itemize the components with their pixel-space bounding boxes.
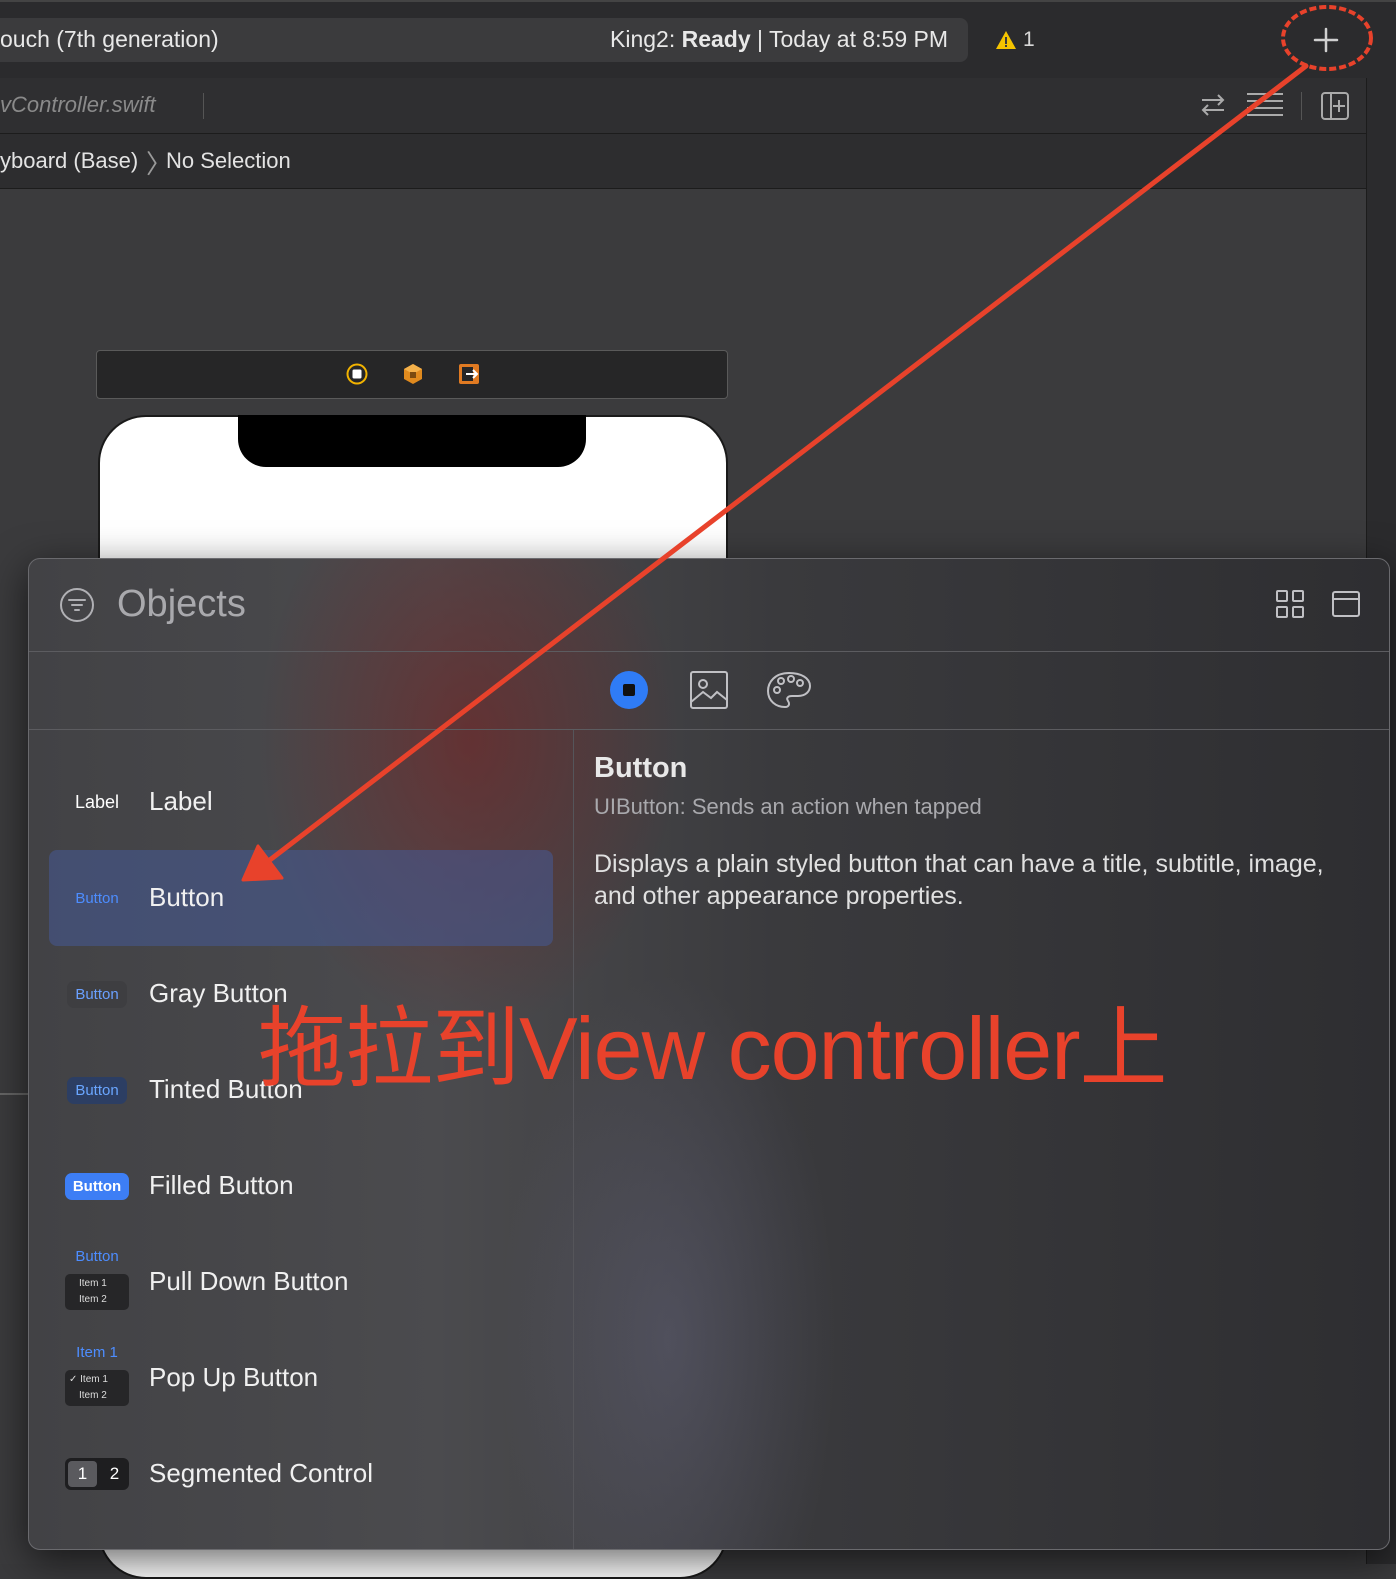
status-project: King2:	[610, 26, 676, 52]
item-name: Tinted Button	[149, 1074, 303, 1104]
list-item-segmented-control[interactable]: 1 2 Segmented Control	[49, 1426, 553, 1522]
library-header: Objects	[29, 559, 1389, 652]
thumb-text: Button	[67, 1076, 127, 1104]
swap-arrows-icon[interactable]	[1198, 92, 1228, 118]
run-destination[interactable]: ouch (7th generation)	[0, 26, 219, 53]
filter-icon[interactable]	[59, 587, 95, 623]
warning-indicator[interactable]: 1	[995, 28, 1035, 52]
warning-count: 1	[1023, 28, 1035, 51]
add-editor-icon[interactable]	[1320, 91, 1350, 121]
segmented-thumbnail: 1 2	[65, 1450, 129, 1498]
warning-icon	[996, 31, 1016, 49]
pop-up-thumbnail: Item 1 ✓ Item 1 Item 2	[65, 1344, 129, 1410]
canvas-guide-line	[0, 1093, 28, 1095]
iphone-notch	[238, 415, 586, 467]
thumb-menu: ✓ Item 1 Item 2	[65, 1370, 129, 1406]
library-object-list: Label Label Button Button Button Gray Bu…	[29, 730, 574, 1549]
editor-options-icon[interactable]	[1245, 91, 1285, 119]
objects-tab-icon[interactable]	[609, 670, 649, 710]
thumb-menu-item: Item 2	[79, 1294, 107, 1305]
detail-subtitle: UIButton: Sends an action when tapped	[594, 794, 982, 819]
build-status: King2: Ready | Today at 8:59 PM	[610, 26, 948, 53]
plus-icon	[1313, 27, 1339, 53]
status-state: Ready	[681, 26, 751, 52]
thumb-text: Label	[74, 791, 120, 812]
gray-button-thumbnail: Button	[65, 970, 129, 1018]
item-name: Button	[149, 882, 225, 912]
thumb-text: Button	[75, 889, 119, 907]
thumb-segments: 1 2	[65, 1458, 129, 1490]
thumb-segment: 2	[109, 1464, 120, 1483]
scene-dock[interactable]	[96, 350, 728, 399]
detail-title: Button	[594, 752, 688, 784]
tab-divider	[203, 93, 204, 119]
item-name: Pull Down Button	[149, 1266, 349, 1296]
breadcrumb-selection[interactable]: No Selection	[166, 148, 291, 174]
item-name: Pop Up Button	[149, 1362, 319, 1392]
thumb-text: Item 1	[76, 1344, 118, 1361]
list-item-button[interactable]: Button Button	[49, 850, 553, 946]
view-controller-icon[interactable]	[345, 362, 369, 386]
library-plus-button[interactable]	[1300, 20, 1352, 60]
tab-file[interactable]: vController.swift	[0, 92, 156, 118]
jump-bar: yboard (Base) 〉 No Selection	[0, 134, 1366, 189]
editor-tab-bar: vController.swift	[0, 78, 1366, 134]
library-detail-pane: Button UIButton: Sends an action when ta…	[594, 730, 1374, 1530]
status-separator: |	[757, 26, 764, 52]
item-name: Label	[149, 786, 213, 816]
objects-library-panel: Objects Label Label Button Button Button…	[28, 558, 1390, 1550]
media-tab-icon[interactable]	[689, 670, 729, 710]
detail-description: Displays a plain styled button that can …	[594, 850, 1324, 910]
list-view-icon[interactable]	[1331, 589, 1361, 619]
button-thumbnail: Button	[65, 874, 129, 922]
thumb-menu-item: ✓ Item 1	[69, 1374, 108, 1385]
color-palette-icon[interactable]	[765, 670, 813, 710]
thumb-menu-item: Item 2	[79, 1390, 107, 1401]
library-category-tabs	[29, 652, 1389, 730]
tabbar-divider	[1301, 92, 1302, 120]
list-item-pull-down-button[interactable]: Button Item 1 Item 2 Pull Down Button	[49, 1234, 553, 1330]
thumb-segment: 1	[68, 1461, 97, 1487]
thumb-text: Button	[75, 1248, 119, 1265]
grid-view-icon[interactable]	[1275, 589, 1305, 619]
first-responder-icon[interactable]	[401, 362, 425, 386]
library-search-field[interactable]: Objects	[117, 583, 246, 626]
thumb-text: Button	[64, 1172, 130, 1200]
list-item-pop-up-button[interactable]: Item 1 ✓ Item 1 Item 2 Pop Up Button	[49, 1330, 553, 1426]
pull-down-thumbnail: Button Item 1 Item 2	[65, 1248, 129, 1314]
label-thumbnail: Label	[65, 778, 129, 826]
breadcrumb-storyboard[interactable]: yboard (Base)	[0, 148, 138, 174]
list-item-tinted-button[interactable]: Button Tinted Button	[49, 1042, 553, 1138]
thumb-menu-item: Item 1	[79, 1278, 107, 1289]
thumb-menu: Item 1 Item 2	[65, 1274, 129, 1310]
tinted-button-thumbnail: Button	[65, 1066, 129, 1114]
status-time: Today at 8:59 PM	[769, 26, 949, 52]
toolbar: ouch (7th generation) King2: Ready | Tod…	[0, 0, 1396, 80]
item-name: Gray Button	[149, 978, 288, 1008]
list-item-gray-button[interactable]: Button Gray Button	[49, 946, 553, 1042]
filled-button-thumbnail: Button	[64, 1162, 130, 1210]
list-item-filled-button[interactable]: Button Filled Button	[49, 1138, 553, 1234]
item-name: Segmented Control	[149, 1458, 374, 1488]
thumb-text: Button	[67, 980, 127, 1008]
item-name: Filled Button	[149, 1170, 294, 1200]
exit-icon[interactable]	[457, 362, 481, 386]
list-item-label[interactable]: Label Label	[49, 754, 553, 850]
